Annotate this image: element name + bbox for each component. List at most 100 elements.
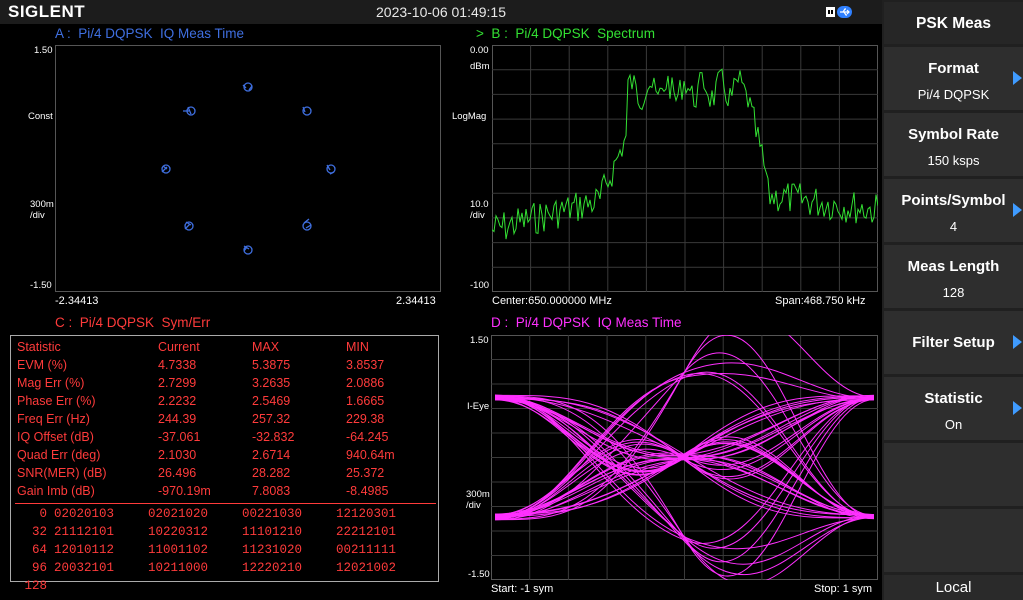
softkey-points-per-symbol-value: 4 xyxy=(949,219,958,234)
datetime-readout: 2023-10-06 01:49:15 xyxy=(376,4,506,20)
table-divider xyxy=(15,503,436,504)
sym-err-table: Statistic Current MAX MIN EVM (%) 4.7338 5… xyxy=(10,335,439,593)
softkey-points-per-symbol-label: Points/Symbol xyxy=(901,192,1006,209)
pane-a-y-bottom: -1.50 xyxy=(30,280,52,291)
softkey-empty-1 xyxy=(884,443,1023,506)
pane-d-stop: Stop: 1 sym xyxy=(814,583,873,595)
pane-a-x-right: 2.34413 xyxy=(396,295,436,307)
constellation-plot xyxy=(55,45,441,292)
eye-diagram-plot xyxy=(491,335,878,580)
symbol-bits: 00221030 xyxy=(242,507,303,521)
stat-name: Mag Err (%) xyxy=(17,376,85,390)
stat-value: -8.4985 xyxy=(346,484,389,498)
stat-value: 25.372 xyxy=(346,466,385,480)
local-indicator[interactable]: Local xyxy=(884,575,1023,600)
symbol-bits: 21112101 xyxy=(54,525,115,539)
pane-b-y-mode: LogMag xyxy=(452,111,487,122)
symbol-index: 32 xyxy=(31,525,47,539)
submenu-arrow-icon xyxy=(1013,335,1022,349)
pane-b-y-unit: dBm xyxy=(470,61,490,72)
menu-title-label: PSK Meas xyxy=(916,15,991,32)
softkey-filter-setup-label: Filter Setup xyxy=(912,334,995,351)
pane-d-y-scale: 300m /div xyxy=(466,489,490,511)
softkey-meas-length[interactable]: Meas Length 128 xyxy=(884,245,1023,308)
softkey-filter-setup[interactable]: Filter Setup xyxy=(884,311,1023,374)
pane-b-title: > B : Pi/4 DQPSK Spectrum xyxy=(476,26,655,41)
submenu-arrow-icon xyxy=(1013,203,1022,217)
symbol-bits: 10211000 xyxy=(148,561,209,575)
stat-value: -37.061 xyxy=(158,430,201,444)
pane-a-y-scale: 300m /div xyxy=(30,199,54,221)
spectrum-plot xyxy=(492,45,878,292)
usb-icon xyxy=(826,6,852,18)
stat-name: Quad Err (deg) xyxy=(17,448,101,462)
pane-b-span: Span:468.750 kHz xyxy=(775,295,866,307)
symbol-bits: 12010112 xyxy=(54,543,115,557)
stat-value: 1.6665 xyxy=(346,394,385,408)
menu-title: PSK Meas xyxy=(884,2,1023,44)
stat-name: Gain Imb (dB) xyxy=(17,484,95,498)
stat-value: 2.5469 xyxy=(252,394,291,408)
symbol-bits: 11001102 xyxy=(148,543,209,557)
softkey-symbol-rate-label: Symbol Rate xyxy=(908,126,999,143)
softkey-empty-2 xyxy=(884,509,1023,572)
softkey-symbol-rate[interactable]: Symbol Rate 150 ksps xyxy=(884,113,1023,176)
pane-a-x-left: -2.34413 xyxy=(55,295,99,307)
stat-value: 940.64m xyxy=(346,448,395,462)
stat-name: EVM (%) xyxy=(17,358,67,372)
symbol-index: 0 xyxy=(39,507,47,521)
stat-name: Phase Err (%) xyxy=(17,394,96,408)
softkey-statistic-value: On xyxy=(944,417,963,432)
pane-b-y-scale: 10.0 /div xyxy=(470,199,489,221)
local-label: Local xyxy=(935,579,972,596)
stat-value: 3.8537 xyxy=(346,358,385,372)
submenu-arrow-icon xyxy=(1013,71,1022,85)
submenu-arrow-icon xyxy=(1013,401,1022,415)
stat-name: IQ Offset (dB) xyxy=(17,430,94,444)
pane-d-title: D : Pi/4 DQPSK IQ Meas Time xyxy=(491,315,682,330)
pane-d-y-bottom: -1.50 xyxy=(468,569,490,580)
symbol-bits: 20032101 xyxy=(54,561,115,575)
symbol-index: 128 xyxy=(24,579,47,593)
stat-value: -32.832 xyxy=(252,430,295,444)
softkey-format-value: Pi/4 DQPSK xyxy=(917,87,990,102)
symbol-index: 96 xyxy=(31,561,47,575)
stat-value: 244.39 xyxy=(158,412,197,426)
table-header-current: Current xyxy=(158,340,200,354)
softkey-format[interactable]: Format Pi/4 DQPSK xyxy=(884,47,1023,110)
softkey-statistic[interactable]: Statistic On xyxy=(884,377,1023,440)
pane-a-y-top: 1.50 xyxy=(34,45,53,56)
stat-value: 2.0886 xyxy=(346,376,385,390)
pane-b-y-top: 0.00 xyxy=(470,45,489,56)
stat-value: 257.32 xyxy=(252,412,291,426)
stat-name: SNR(MER) (dB) xyxy=(17,466,107,480)
pane-b-y-bottom: -100 xyxy=(470,280,490,291)
softkey-statistic-label: Statistic xyxy=(924,390,983,407)
stat-value: -64.245 xyxy=(346,430,389,444)
stat-value: 2.7299 xyxy=(158,376,197,390)
softkey-points-per-symbol[interactable]: Points/Symbol 4 xyxy=(884,179,1023,242)
pane-d-y-top: 1.50 xyxy=(470,335,489,346)
stat-value: 4.7338 xyxy=(158,358,197,372)
table-header-max: MAX xyxy=(252,340,280,354)
symbol-bits: 10220312 xyxy=(148,525,209,539)
softkey-format-label: Format xyxy=(928,60,979,77)
stat-value: 3.2635 xyxy=(252,376,291,390)
table-header-statistic: Statistic xyxy=(17,340,61,354)
symbol-bits: 22212101 xyxy=(336,525,397,539)
symbol-bits: 12220210 xyxy=(242,561,303,575)
stat-value: 28.282 xyxy=(252,466,291,480)
softkey-meas-length-label: Meas Length xyxy=(907,258,1000,275)
symbol-bits: 11101210 xyxy=(242,525,303,539)
stat-value: 2.6714 xyxy=(252,448,291,462)
stat-value: 229.38 xyxy=(346,412,385,426)
stat-value: 26.496 xyxy=(158,466,197,480)
symbol-bits: 00211111 xyxy=(336,543,397,557)
symbol-index: 64 xyxy=(31,543,47,557)
symbol-bits: 11231020 xyxy=(242,543,303,557)
pane-d-start: Start: -1 sym xyxy=(491,583,554,595)
pane-d-y-mode: I-Eye xyxy=(467,401,490,412)
symbol-bits: 12021002 xyxy=(336,561,397,575)
symbol-bits: 02020103 xyxy=(54,507,115,521)
softkey-meas-length-value: 128 xyxy=(942,285,965,300)
